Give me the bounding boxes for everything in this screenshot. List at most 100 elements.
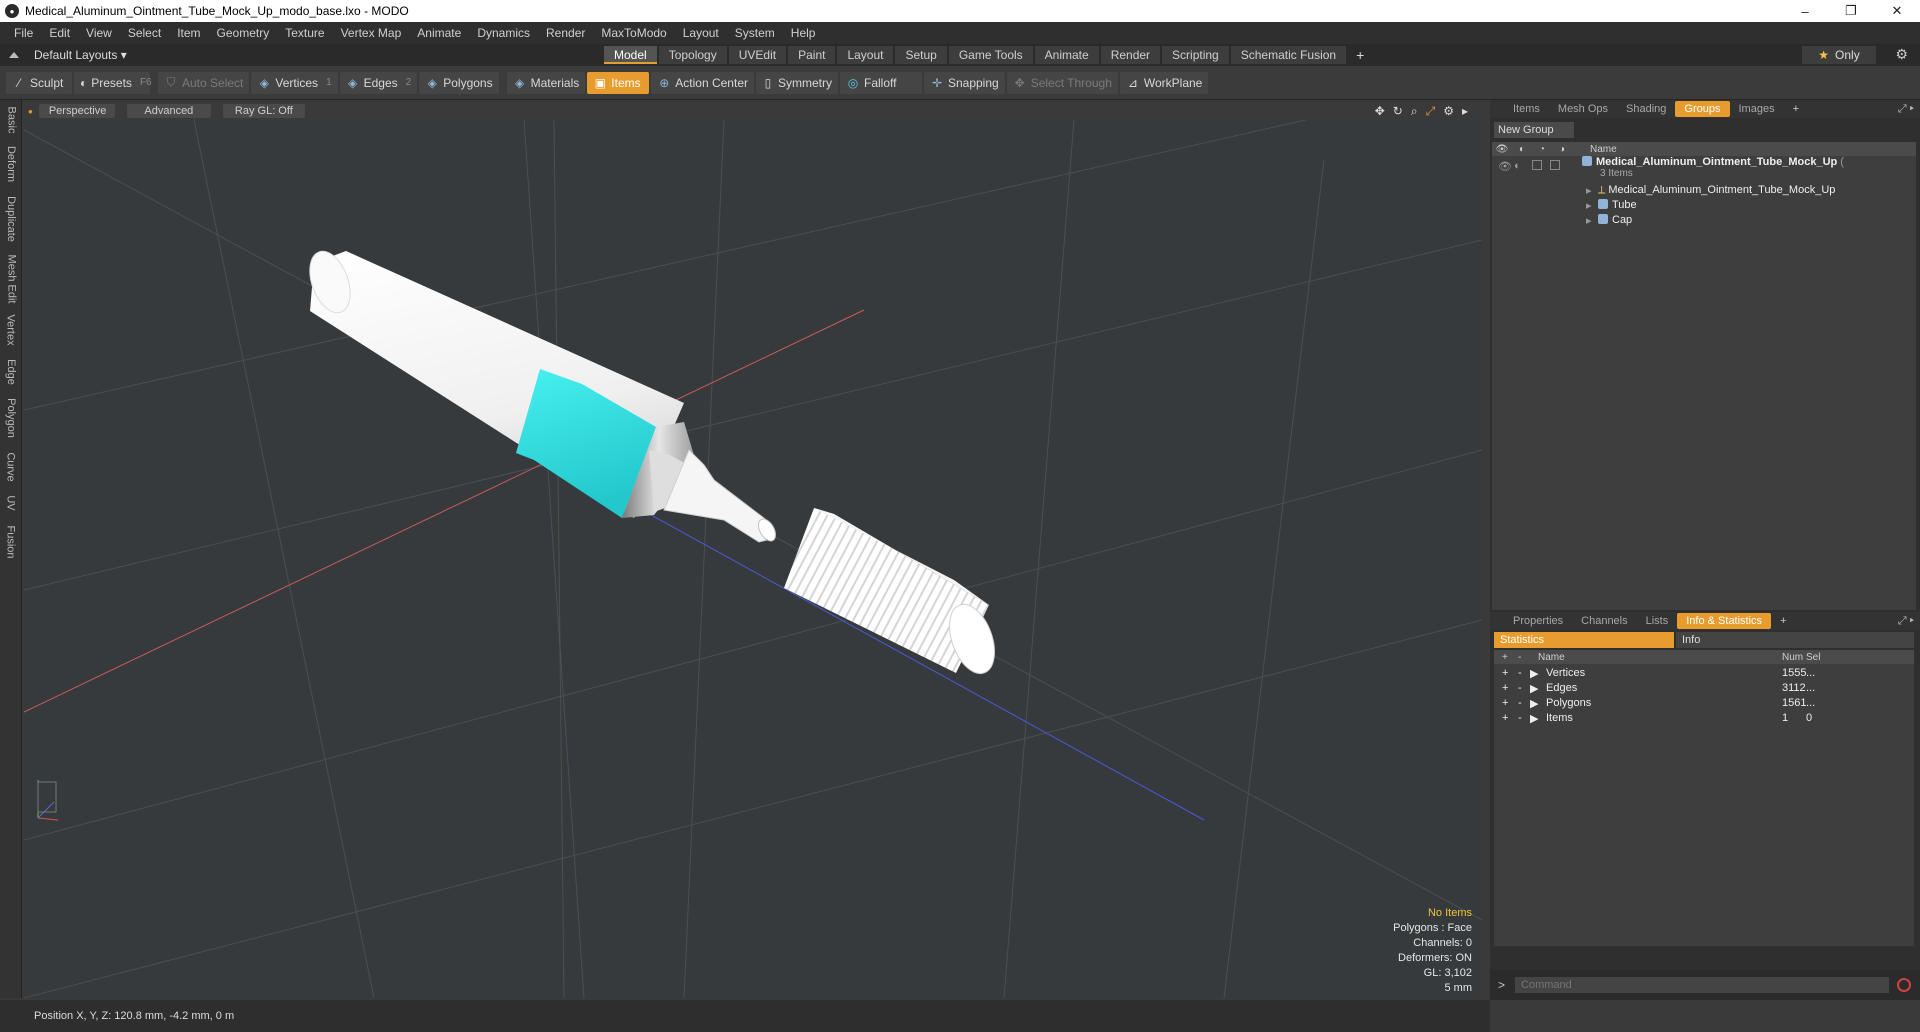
tab-uvedit[interactable]: UVEdit <box>728 46 787 64</box>
auto-select-button[interactable]: ⛉ Auto Select <box>158 71 250 94</box>
vtab-vertex[interactable]: Vertex <box>0 310 22 350</box>
symmetry-button[interactable]: ▯ Symmetry <box>755 71 838 94</box>
fit-view-icon[interactable]: ⤢ <box>1426 104 1436 119</box>
info-toggle[interactable]: Info <box>1676 632 1914 648</box>
add-tab-button[interactable]: + <box>1348 44 1372 66</box>
stats-row-items[interactable]: + - ▶ Items 1 0 <box>1494 711 1914 726</box>
group-row-root[interactable]: 👁 ◐ Medical_Aluminum_Ointment_Tube_Mock_… <box>1492 156 1916 182</box>
menu-file[interactable]: File <box>6 26 41 40</box>
vtab-uv[interactable]: UV <box>0 490 22 516</box>
action-center-button[interactable]: ⊕ Action Center <box>651 71 754 94</box>
menu-dynamics[interactable]: Dynamics <box>469 26 538 40</box>
add-all-icon[interactable]: + <box>1502 652 1508 663</box>
remove-icon[interactable]: - <box>1518 667 1522 679</box>
edges-button[interactable]: ◈ Edges 2 <box>339 71 418 94</box>
materials-button[interactable]: ◈ Materials <box>506 71 586 94</box>
record-macro-icon[interactable] <box>1897 978 1912 992</box>
tab-groups[interactable]: Groups <box>1675 101 1730 117</box>
stats-row-vertices[interactable]: + - ▶ Vertices 1555 ... <box>1494 666 1914 681</box>
menu-select[interactable]: Select <box>120 26 169 40</box>
menu-help[interactable]: Help <box>783 26 824 40</box>
expand-arrow-icon[interactable]: ▶ <box>1530 667 1538 680</box>
tab-game-tools[interactable]: Game Tools <box>948 46 1033 64</box>
root-lock-toggle[interactable] <box>1532 160 1542 170</box>
tab-properties[interactable]: Properties <box>1504 613 1572 629</box>
tab-animate[interactable]: Animate <box>1034 46 1099 64</box>
root-render-icon[interactable]: ◐ <box>1514 160 1521 172</box>
vtab-curve[interactable]: Curve <box>0 448 22 486</box>
workplane-button[interactable]: ⊿ WorkPlane <box>1119 71 1209 94</box>
add-icon[interactable]: + <box>1502 682 1508 694</box>
vertices-button[interactable]: ◈ Vertices 1 <box>251 71 338 94</box>
tab-scripting[interactable]: Scripting <box>1162 46 1229 64</box>
group-row-cap[interactable]: ▸ Cap <box>1492 214 1916 229</box>
group-row-mesh[interactable]: ▸ ⟂ Medical_Aluminum_Ointment_Tube_Mock_U… <box>1492 184 1916 199</box>
mesh-expand-icon[interactable]: ▸ <box>1586 184 1592 197</box>
snapping-button[interactable]: ✛ Snapping <box>923 71 1005 94</box>
tab-items[interactable]: Items <box>1504 101 1549 117</box>
remove-all-icon[interactable]: - <box>1518 652 1521 663</box>
remove-icon[interactable]: - <box>1518 712 1522 724</box>
expand-arrow-icon[interactable]: ▶ <box>1530 712 1538 725</box>
add-stats-tab-button[interactable]: + <box>1771 613 1795 629</box>
sculpt-button[interactable]: ⁄ Sculpt <box>6 71 72 94</box>
tab-lists[interactable]: Lists <box>1637 613 1678 629</box>
root-visibility-icon[interactable]: 👁 <box>1498 160 1512 173</box>
tab-info-statistics[interactable]: Info & Statistics <box>1677 613 1772 629</box>
move-view-icon[interactable]: ✥ <box>1375 104 1385 119</box>
tab-layout[interactable]: Layout <box>837 46 894 64</box>
menu-geometry[interactable]: Geometry <box>209 26 278 40</box>
cap-expand-icon[interactable]: ▸ <box>1586 214 1592 227</box>
expand-arrow-icon[interactable]: ▶ <box>1530 697 1538 710</box>
ray-gl-button[interactable]: Ray GL: Off <box>222 104 305 118</box>
vtab-deform[interactable]: Deform <box>0 142 22 186</box>
command-input[interactable] <box>1515 977 1890 993</box>
advanced-button[interactable]: Advanced <box>126 104 211 118</box>
stats-row-edges[interactable]: + - ▶ Edges 3112 ... <box>1494 681 1914 696</box>
tab-channels[interactable]: Channels <box>1572 613 1636 629</box>
statistics-toggle[interactable]: Statistics <box>1494 632 1674 648</box>
tab-setup[interactable]: Setup <box>895 46 947 64</box>
panel-expand-icon[interactable]: ⤢ ▸ <box>1898 103 1914 116</box>
vtab-polygon[interactable]: Polygon <box>0 394 22 442</box>
viewport-menu-icon[interactable]: ● <box>28 107 33 116</box>
tab-topology[interactable]: Topology <box>658 46 727 64</box>
stats-row-polygons[interactable]: + - ▶ Polygons 1561 ... <box>1494 696 1914 711</box>
menu-vertex-map[interactable]: Vertex Map <box>333 26 410 40</box>
menu-texture[interactable]: Texture <box>277 26 332 40</box>
tab-model[interactable]: Model <box>604 46 657 64</box>
tab-images[interactable]: Images <box>1730 101 1784 117</box>
minimize-button[interactable]: – <box>1782 0 1828 22</box>
root-select-toggle[interactable] <box>1550 160 1560 170</box>
vtab-basic[interactable]: Basic <box>0 102 22 138</box>
tab-mesh-ops[interactable]: Mesh Ops <box>1549 101 1617 117</box>
stats-expand-icon[interactable]: ⤢ ▸ <box>1898 615 1914 628</box>
menu-edit[interactable]: Edit <box>41 26 78 40</box>
expand-arrow-icon[interactable]: ▶ <box>1530 682 1538 695</box>
close-button[interactable]: ✕ <box>1874 0 1920 22</box>
menu-item[interactable]: Item <box>169 26 208 40</box>
add-icon[interactable]: + <box>1502 697 1508 709</box>
3d-viewport[interactable]: ● Perspective Advanced Ray GL: Off ✥ ↻ ⌕… <box>24 102 1482 998</box>
gear-icon[interactable]: ⚙ <box>1895 46 1908 63</box>
items-button[interactable]: ▣ Items <box>587 71 650 94</box>
menu-render[interactable]: Render <box>538 26 593 40</box>
group-row-tube[interactable]: ▸ Tube <box>1492 199 1916 214</box>
tab-paint[interactable]: Paint <box>788 46 836 64</box>
tab-schematic-fusion[interactable]: Schematic Fusion <box>1230 46 1347 64</box>
tube-cap-model[interactable] <box>784 508 1003 680</box>
ointment-tube-model[interactable] <box>302 246 779 544</box>
viewport-expand-icon[interactable]: ▸ <box>1462 104 1468 119</box>
presets-button[interactable]: ◐ Presets F6 <box>74 71 152 94</box>
maximize-button[interactable]: ❐ <box>1828 0 1874 22</box>
tube-expand-icon[interactable]: ▸ <box>1586 199 1592 212</box>
vtab-edge[interactable]: Edge <box>0 354 22 390</box>
falloff-button[interactable]: ◎ Falloff <box>839 71 922 94</box>
menu-view[interactable]: View <box>78 26 120 40</box>
vtab-fusion[interactable]: Fusion <box>0 522 22 562</box>
menu-layout[interactable]: Layout <box>675 26 727 40</box>
add-icon[interactable]: + <box>1502 712 1508 724</box>
add-icon[interactable]: + <box>1502 667 1508 679</box>
menu-animate[interactable]: Animate <box>409 26 469 40</box>
vtab-duplicate[interactable]: Duplicate <box>0 192 22 246</box>
